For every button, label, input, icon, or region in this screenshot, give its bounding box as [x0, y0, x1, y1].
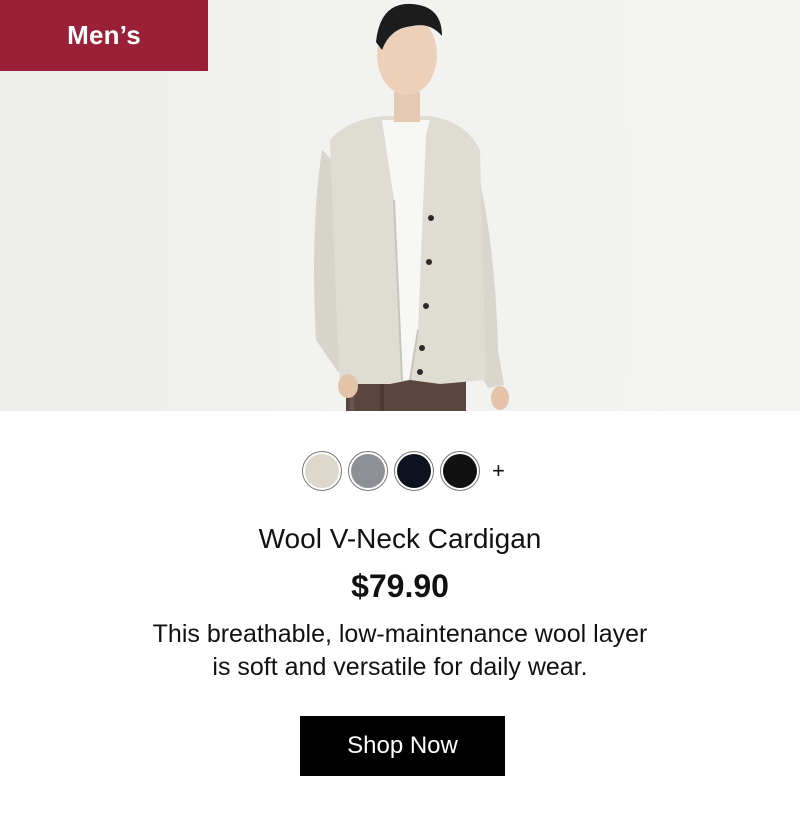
- description-line-1: This breathable, low-maintenance wool la…: [152, 620, 648, 648]
- more-colors-icon[interactable]: +: [492, 460, 505, 482]
- category-badge[interactable]: Men’s: [0, 0, 208, 71]
- swatch-black[interactable]: [440, 451, 480, 491]
- product-price: $79.90: [351, 568, 449, 604]
- swatch-navy-dot: [397, 454, 431, 488]
- shop-now-button[interactable]: Shop Now: [300, 716, 505, 776]
- model-photo-icon: [314, 3, 509, 411]
- color-swatches: +: [302, 451, 505, 491]
- product-title[interactable]: Wool V-Neck Cardigan: [0, 523, 800, 555]
- swatch-navy[interactable]: [394, 451, 434, 491]
- swatch-black-dot: [443, 454, 477, 488]
- swatch-oatmeal-dot: [305, 454, 339, 488]
- description-line-2: is soft and versatile for daily wear.: [212, 653, 588, 681]
- hero-image[interactable]: Men’s: [0, 0, 800, 411]
- swatch-gray[interactable]: [348, 451, 388, 491]
- product-description: This breathable, low-maintenance wool la…: [100, 618, 700, 684]
- swatch-oatmeal[interactable]: [302, 451, 342, 491]
- swatch-gray-dot: [351, 454, 385, 488]
